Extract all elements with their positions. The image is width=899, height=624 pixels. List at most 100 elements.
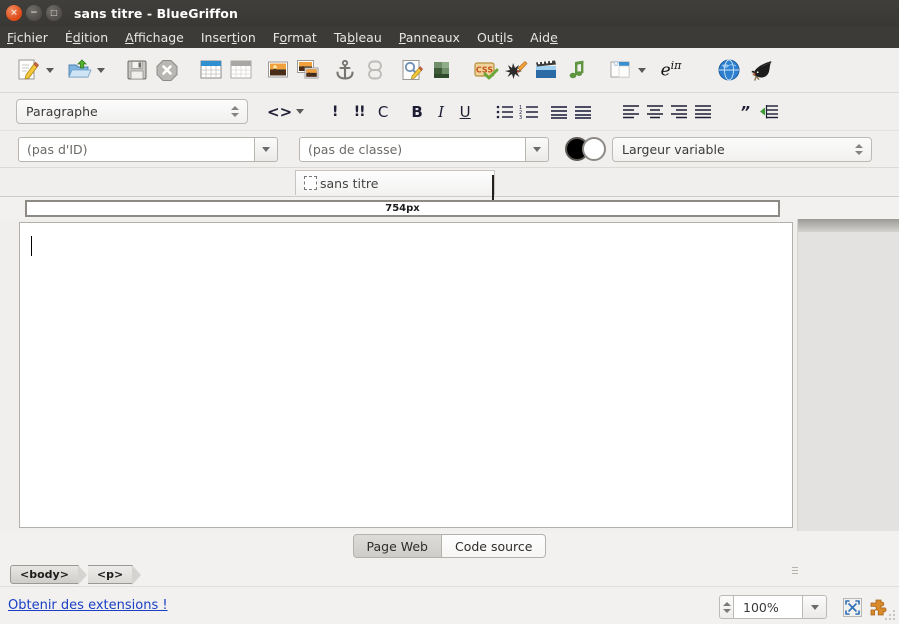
align-right-icon bbox=[671, 105, 688, 119]
background-color-swatch[interactable] bbox=[582, 137, 606, 161]
width-mode-value: Largeur variable bbox=[622, 141, 725, 157]
minimize-icon: − bbox=[30, 7, 38, 18]
template-button[interactable] bbox=[605, 54, 635, 86]
menu-insertion[interactable]: Insertion bbox=[201, 30, 265, 45]
bullet-list-icon bbox=[496, 105, 514, 118]
maximize-button[interactable]: □ bbox=[46, 5, 62, 21]
align-left-button[interactable] bbox=[620, 99, 642, 125]
color-swatches bbox=[565, 137, 606, 161]
zoom-control: 100% bbox=[719, 593, 891, 621]
class-input[interactable]: (pas de classe) bbox=[299, 136, 526, 162]
link-icon bbox=[368, 60, 382, 80]
table-properties-button[interactable] bbox=[226, 54, 256, 86]
width-mode-spinner[interactable] bbox=[853, 143, 867, 155]
image-gallery-button[interactable] bbox=[293, 54, 323, 86]
menu-format[interactable]: Format bbox=[273, 30, 326, 45]
quote-button[interactable]: ” bbox=[734, 99, 756, 125]
audio-button[interactable] bbox=[561, 54, 591, 86]
outdent-button[interactable] bbox=[548, 99, 570, 125]
indent-icon bbox=[575, 105, 592, 119]
menu-tableau[interactable]: Tableau bbox=[334, 30, 391, 45]
direction-button[interactable] bbox=[758, 99, 780, 125]
menu-affichage[interactable]: Affichage bbox=[125, 30, 193, 45]
new-document-button[interactable] bbox=[13, 54, 43, 86]
id-input[interactable]: (pas d'ID) bbox=[18, 136, 255, 162]
ruler-area: 754px bbox=[0, 200, 899, 218]
bullet-list-button[interactable] bbox=[494, 99, 516, 125]
code-brackets-icon: <> bbox=[267, 102, 293, 121]
numbered-list-button[interactable]: 123 bbox=[518, 99, 540, 125]
griffon-icon bbox=[751, 61, 772, 81]
minimize-button[interactable]: − bbox=[26, 5, 42, 21]
form-button[interactable] bbox=[397, 54, 427, 86]
paragraph-style-value: Paragraphe bbox=[26, 104, 98, 119]
save-button[interactable] bbox=[122, 54, 152, 86]
tab-code-source[interactable]: Code source bbox=[442, 534, 547, 558]
open-file-dropdown[interactable] bbox=[94, 54, 108, 86]
page-width-label: 754px bbox=[385, 203, 420, 214]
template-dropdown[interactable] bbox=[635, 54, 649, 86]
insert-anchor-button[interactable] bbox=[330, 54, 360, 86]
zoom-input[interactable]: 100% bbox=[733, 595, 803, 619]
browser-preview-button[interactable] bbox=[714, 54, 744, 86]
stop-button[interactable] bbox=[152, 54, 182, 86]
panel-splitter-handle[interactable] bbox=[792, 567, 798, 576]
tab-page-web[interactable]: Page Web bbox=[352, 534, 442, 558]
paragraph-style-combo[interactable]: Paragraphe bbox=[16, 99, 248, 124]
insert-table-button[interactable] bbox=[196, 54, 226, 86]
italic-button[interactable]: I bbox=[430, 99, 452, 125]
menu-fichier[interactable]: Fichier bbox=[7, 30, 57, 45]
align-center-button[interactable] bbox=[644, 99, 666, 125]
align-justify-button[interactable] bbox=[692, 99, 714, 125]
bold-button[interactable]: B bbox=[406, 99, 428, 125]
blocks-button[interactable] bbox=[427, 54, 457, 86]
math-button[interactable]: eiπ bbox=[656, 54, 686, 86]
resize-grip[interactable] bbox=[883, 608, 897, 622]
strong-button[interactable]: !! bbox=[348, 99, 370, 125]
clear-styles-button[interactable]: C bbox=[372, 99, 394, 125]
class-value: (pas de classe) bbox=[308, 141, 403, 157]
document-tab-label: sans titre bbox=[320, 175, 379, 191]
blocks-icon bbox=[434, 62, 449, 78]
width-mode-combo[interactable]: Largeur variable bbox=[612, 136, 872, 162]
source-code-dropdown[interactable] bbox=[293, 96, 307, 128]
open-file-button[interactable] bbox=[64, 54, 94, 86]
source-code-button[interactable]: <> bbox=[267, 99, 292, 125]
align-justify-icon bbox=[695, 105, 712, 119]
fullscreen-icon bbox=[842, 597, 862, 617]
video-button[interactable] bbox=[531, 54, 561, 86]
zoom-value: 100% bbox=[743, 599, 779, 615]
griffon-button[interactable] bbox=[744, 54, 774, 86]
close-button[interactable]: × bbox=[6, 5, 22, 21]
strong-icon: !! bbox=[353, 103, 366, 120]
horizontal-ruler[interactable]: 754px bbox=[25, 200, 780, 217]
underline-button[interactable]: U bbox=[454, 99, 476, 125]
menu-aide[interactable]: Aide bbox=[530, 30, 567, 45]
insert-image-button[interactable] bbox=[263, 54, 293, 86]
document-tab-sans-titre[interactable]: sans titre bbox=[295, 170, 495, 195]
format-toolbar: Paragraphe <> ! !! C B I U 1 2 3 ” bbox=[0, 93, 899, 131]
get-extensions-link[interactable]: Obtenir des extensions ! bbox=[8, 598, 168, 613]
svg-brush-icon bbox=[505, 61, 528, 79]
breadcrumb-p[interactable]: <p> bbox=[87, 565, 142, 585]
wysiwyg-canvas[interactable] bbox=[19, 222, 793, 528]
css-button[interactable]: CSS bbox=[471, 54, 501, 86]
align-right-button[interactable] bbox=[668, 99, 690, 125]
align-center-icon bbox=[647, 105, 664, 119]
svg-button[interactable] bbox=[501, 54, 531, 86]
fullscreen-button[interactable] bbox=[839, 594, 865, 620]
menu-outils[interactable]: Outils bbox=[477, 30, 522, 45]
class-dropdown[interactable] bbox=[526, 136, 549, 162]
menu-edition[interactable]: Édition bbox=[65, 30, 117, 45]
new-document-dropdown[interactable] bbox=[43, 54, 57, 86]
paragraph-style-spinner[interactable] bbox=[229, 106, 243, 117]
indent-button[interactable] bbox=[572, 99, 594, 125]
id-dropdown[interactable] bbox=[255, 136, 278, 162]
emphasis-button[interactable]: ! bbox=[324, 99, 346, 125]
zoom-spinner[interactable] bbox=[719, 595, 733, 619]
breadcrumb-body[interactable]: <body> bbox=[10, 565, 87, 585]
insert-link-button[interactable] bbox=[360, 54, 390, 86]
outdent-icon bbox=[551, 105, 568, 119]
zoom-dropdown[interactable] bbox=[803, 595, 827, 619]
menu-panneaux[interactable]: Panneaux bbox=[399, 30, 469, 45]
